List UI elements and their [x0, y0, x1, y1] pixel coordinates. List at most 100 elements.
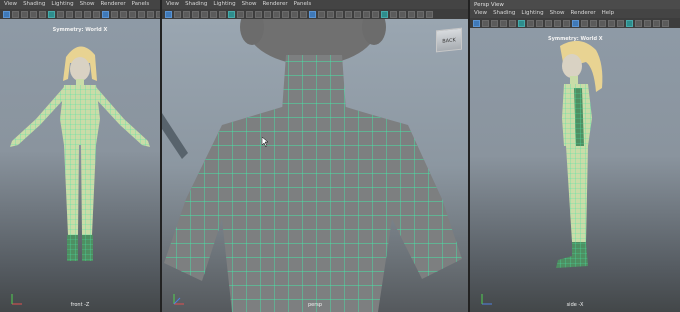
menu-shading[interactable]: Shading	[23, 0, 45, 9]
view-cube[interactable]: BACK	[436, 27, 462, 53]
grease-pencil-icon[interactable]	[210, 10, 217, 18]
wireframe-icon[interactable]	[518, 19, 525, 27]
camera-name-label: persp	[307, 302, 323, 308]
front-panel-menubar: View Shading Lighting Show Renderer Pane…	[0, 0, 160, 9]
panel-titlebar[interactable]: Persp View	[470, 0, 680, 9]
shadows-icon[interactable]	[273, 10, 280, 18]
grid-icon[interactable]	[219, 10, 226, 18]
menu-lighting[interactable]: Lighting	[213, 0, 235, 9]
wireframe-icon[interactable]	[228, 10, 235, 18]
menu-panels[interactable]: Panels	[132, 0, 150, 9]
persp-view-panel: View Shading Lighting Show Renderer Pane…	[162, 0, 468, 312]
textured-icon[interactable]	[536, 19, 543, 27]
textured-icon[interactable]	[255, 10, 262, 18]
menu-view[interactable]: View	[4, 0, 17, 9]
image-plane-icon[interactable]	[500, 19, 507, 27]
grid-icon[interactable]	[509, 19, 516, 27]
bookmark-icon[interactable]	[183, 10, 190, 18]
shadows-icon[interactable]	[554, 19, 561, 27]
smooth-shade-icon[interactable]	[237, 10, 244, 18]
film-gate-icon[interactable]	[120, 10, 127, 18]
isolate-select-icon[interactable]	[572, 19, 579, 27]
motion-blur-icon[interactable]	[291, 10, 298, 18]
color-management-icon[interactable]	[399, 10, 406, 18]
menu-show[interactable]: Show	[550, 9, 565, 18]
camera-attributes-icon[interactable]	[482, 19, 489, 27]
menu-view[interactable]: View	[474, 9, 487, 18]
panel-settings-icon[interactable]	[426, 10, 433, 18]
side-character-model	[556, 40, 603, 268]
grid-icon[interactable]	[39, 10, 46, 18]
menu-panels[interactable]: Panels	[294, 0, 312, 9]
exposure-icon[interactable]	[381, 10, 388, 18]
menu-shading[interactable]: Shading	[493, 9, 515, 18]
bookmark-icon[interactable]	[491, 19, 498, 27]
camera-attributes-icon[interactable]	[174, 10, 181, 18]
select-camera-icon[interactable]	[3, 10, 10, 18]
field-chart-icon[interactable]	[354, 10, 361, 18]
image-plane-icon[interactable]	[30, 10, 37, 18]
safe-action-icon[interactable]	[608, 19, 615, 27]
safe-title-icon[interactable]	[617, 19, 624, 27]
wireframe-icon[interactable]	[48, 10, 55, 18]
gamma-icon[interactable]	[390, 10, 397, 18]
xray-icon[interactable]	[93, 10, 100, 18]
gamma-icon[interactable]	[635, 19, 642, 27]
2d-pan-zoom-icon[interactable]	[201, 10, 208, 18]
persp-character-back-model	[162, 19, 462, 312]
shadows-icon[interactable]	[84, 10, 91, 18]
view-transform-icon[interactable]	[653, 19, 660, 27]
textured-icon[interactable]	[66, 10, 73, 18]
image-plane-icon[interactable]	[192, 10, 199, 18]
xray-icon[interactable]	[563, 19, 570, 27]
panel-layout-icon[interactable]	[417, 10, 424, 18]
wireframe-on-shaded-icon[interactable]	[246, 10, 253, 18]
bookmark-icon[interactable]	[21, 10, 28, 18]
front-view-panel: View Shading Lighting Show Renderer Pane…	[0, 0, 160, 312]
persp-viewport[interactable]: Symmetry: World X	[162, 19, 468, 312]
lights-icon[interactable]	[545, 19, 552, 27]
field-chart-icon[interactable]	[129, 10, 136, 18]
menu-shading[interactable]: Shading	[185, 0, 207, 9]
menu-help[interactable]: Help	[602, 9, 615, 18]
side-viewport[interactable]: Symmetry: World X side -X	[470, 28, 680, 312]
lights-icon[interactable]	[75, 10, 82, 18]
film-gate-icon[interactable]	[590, 19, 597, 27]
xray-joints-icon[interactable]	[327, 10, 334, 18]
resolution-gate-icon[interactable]	[581, 19, 588, 27]
smooth-shade-icon[interactable]	[527, 19, 534, 27]
front-viewport[interactable]: Symmetry: World X front -Z	[0, 19, 160, 312]
menu-view[interactable]: View	[166, 0, 179, 9]
isolate-select-icon[interactable]	[102, 10, 109, 18]
menu-lighting[interactable]: Lighting	[521, 9, 543, 18]
color-management-icon[interactable]	[644, 19, 651, 27]
isolate-select-icon[interactable]	[309, 10, 316, 18]
menu-lighting[interactable]: Lighting	[51, 0, 73, 9]
resolution-gate-icon[interactable]	[111, 10, 118, 18]
xray-icon[interactable]	[318, 10, 325, 18]
safe-action-icon[interactable]	[363, 10, 370, 18]
field-chart-icon[interactable]	[599, 19, 606, 27]
exposure-icon[interactable]	[147, 10, 154, 18]
film-gate-icon[interactable]	[345, 10, 352, 18]
safe-action-icon[interactable]	[138, 10, 145, 18]
menu-show[interactable]: Show	[242, 0, 257, 9]
select-camera-icon[interactable]	[473, 19, 480, 27]
panel-title: Persp View	[474, 1, 504, 8]
smooth-shade-icon[interactable]	[57, 10, 64, 18]
view-transform-icon[interactable]	[408, 10, 415, 18]
menu-renderer[interactable]: Renderer	[100, 0, 125, 9]
ambient-occlusion-icon[interactable]	[282, 10, 289, 18]
resolution-gate-icon[interactable]	[336, 10, 343, 18]
lights-icon[interactable]	[264, 10, 271, 18]
camera-attributes-icon[interactable]	[12, 10, 19, 18]
safe-title-icon[interactable]	[372, 10, 379, 18]
anti-aliasing-icon[interactable]	[300, 10, 307, 18]
menu-renderer[interactable]: Renderer	[262, 0, 287, 9]
menu-show[interactable]: Show	[80, 0, 95, 9]
select-camera-icon[interactable]	[165, 10, 172, 18]
front-panel-toolbar	[0, 9, 160, 19]
menu-renderer[interactable]: Renderer	[570, 9, 595, 18]
exposure-icon[interactable]	[626, 19, 633, 27]
panel-settings-icon[interactable]	[662, 19, 669, 27]
